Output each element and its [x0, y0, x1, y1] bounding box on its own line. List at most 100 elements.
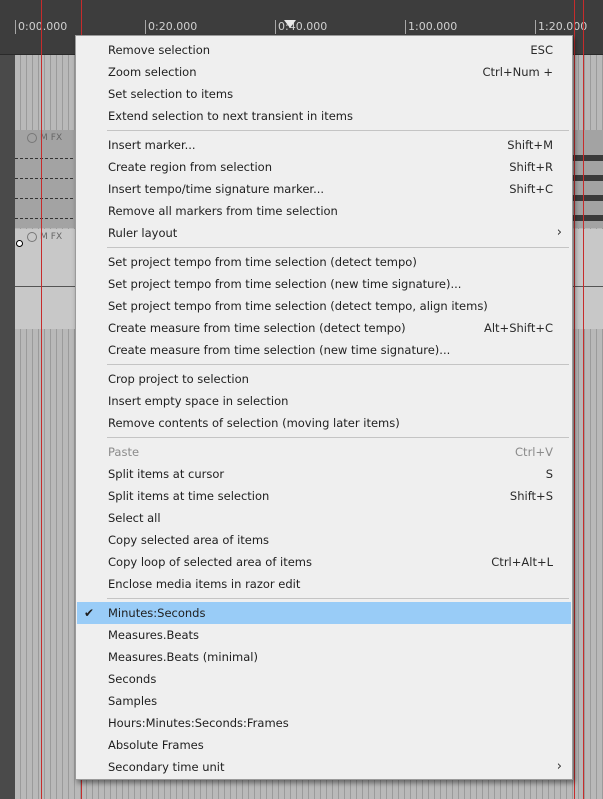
menu-item-label: Split items at time selection [108, 489, 270, 503]
menu-item-paste[interactable]: Paste Ctrl+V [76, 441, 572, 463]
menu-item-create-measure-from-time-selection-detect-tempo[interactable]: Create measure from time selection (dete… [76, 317, 572, 339]
clock-icon[interactable] [27, 133, 37, 143]
menu-item-shortcut: Ctrl+Alt+L [491, 555, 553, 569]
ruler-tick: 0:20.000 [145, 20, 197, 34]
menu-item-insert-tempo-time-signature-marker[interactable]: Insert tempo/time signature marker... Shi… [76, 178, 572, 200]
fx-button[interactable]: FX [51, 133, 62, 143]
menu-item-crop-project-to-selection[interactable]: Crop project to selection [76, 368, 572, 390]
chevron-right-icon: › [556, 225, 562, 240]
menu-item-shortcut: Shift+C [509, 182, 553, 196]
menu-item-label: Samples [108, 694, 158, 708]
waveform [573, 155, 603, 161]
ruler-tick: 1:00.000 [405, 20, 457, 34]
menu-item-insert-marker[interactable]: Insert marker... Shift+M [76, 134, 572, 156]
menu-item-label: Crop project to selection [108, 372, 249, 386]
menu-item-shortcut: Shift+M [507, 138, 553, 152]
waveform [573, 195, 603, 201]
menu-item-remove-all-markers-from-time-selection[interactable]: Remove all markers from time selection [76, 200, 572, 222]
ruler-tick: 0:40.000 [275, 20, 327, 34]
waveform [573, 215, 603, 221]
menu-item-label: Secondary time unit [108, 760, 225, 774]
menu-item-samples[interactable]: Samples [76, 690, 572, 712]
menu-separator [107, 598, 569, 599]
menu-item-copy-selected-area-of-items[interactable]: Copy selected area of items [76, 529, 572, 551]
menu-item-insert-empty-space-in-selection[interactable]: Insert empty space in selection [76, 390, 572, 412]
menu-item-label: Set selection to items [108, 87, 234, 101]
menu-item-shortcut: Shift+S [509, 489, 553, 503]
menu-item-label: Remove contents of selection (moving lat… [108, 416, 400, 430]
fx-button[interactable]: FX [51, 232, 62, 242]
menu-item-label: Paste [108, 445, 140, 459]
menu-separator [107, 437, 569, 438]
marker-line [574, 0, 575, 799]
menu-item-set-selection-to-items[interactable]: Set selection to items [76, 83, 572, 105]
menu-item-measures-beats-minimal[interactable]: Measures.Beats (minimal) [76, 646, 572, 668]
menu-item-label: Remove all markers from time selection [108, 204, 338, 218]
menu-item-remove-selection[interactable]: Remove selection ESC [76, 39, 572, 61]
menu-item-create-measure-from-time-selection-new-time-signature[interactable]: Create measure from time selection (new … [76, 339, 572, 361]
chevron-right-icon: › [556, 759, 562, 774]
menu-item-remove-contents-of-selection-moving-later-items[interactable]: Remove contents of selection (moving lat… [76, 412, 572, 434]
menu-item-label: Set project tempo from time selection (n… [108, 277, 462, 291]
menu-item-extend-selection-to-next-transient-in-items[interactable]: Extend selection to next transient in it… [76, 105, 572, 127]
menu-item-label: Ruler layout [108, 226, 178, 240]
waveform [573, 175, 603, 181]
menu-item-shortcut: Shift+R [509, 160, 553, 174]
play-cursor-marker[interactable] [284, 20, 296, 28]
menu-item-shortcut: Ctrl+V [515, 445, 553, 459]
menu-item-set-project-tempo-from-time-selection-detect-tempo[interactable]: Set project tempo from time selection (d… [76, 251, 572, 273]
menu-item-set-project-tempo-from-time-selection-detect-tempo-align-items[interactable]: Set project tempo from time selection (d… [76, 295, 572, 317]
marker-line [41, 0, 42, 799]
menu-item-zoom-selection[interactable]: Zoom selection Ctrl+Num + [76, 61, 572, 83]
menu-item-label: Set project tempo from time selection (d… [108, 255, 417, 269]
menu-item-label: Hours:Minutes:Seconds:Frames [108, 716, 289, 730]
menu-item-label: Seconds [108, 672, 157, 686]
menu-item-shortcut: Alt+Shift+C [483, 321, 553, 335]
checkmark-icon: ✔ [84, 606, 95, 620]
menu-separator [107, 247, 569, 248]
menu-item-shortcut: Ctrl+Num + [482, 65, 553, 79]
menu-item-split-items-at-cursor[interactable]: Split items at cursor S [76, 463, 572, 485]
menu-item-secondary-time-unit[interactable]: Secondary time unit › [76, 756, 572, 778]
menu-item-label: Measures.Beats (minimal) [108, 650, 258, 664]
menu-item-copy-loop-of-selected-area-of-items[interactable]: Copy loop of selected area of items Ctrl+… [76, 551, 572, 573]
menu-item-label: Measures.Beats [108, 628, 200, 642]
clock-icon[interactable] [27, 232, 37, 242]
menu-item-label: Enclose media items in razor edit [108, 577, 301, 591]
menu-item-seconds[interactable]: Seconds [76, 668, 572, 690]
menu-item-ruler-layout[interactable]: Ruler layout › [76, 222, 572, 244]
menu-item-label: Extend selection to next transient in it… [108, 109, 353, 123]
menu-item-label: Zoom selection [108, 65, 197, 79]
menu-item-label: Copy selected area of items [108, 533, 270, 547]
menu-item-split-items-at-time-selection[interactable]: Split items at time selection Shift+S [76, 485, 572, 507]
menu-item-label: Select all [108, 511, 161, 525]
menu-item-label: Create region from selection [108, 160, 272, 174]
menu-item-absolute-frames[interactable]: Absolute Frames [76, 734, 572, 756]
marker-line [583, 0, 584, 799]
menu-item-label: Create measure from time selection (dete… [108, 321, 406, 335]
menu-item-shortcut: S [545, 467, 553, 481]
menu-item-label: Remove selection [108, 43, 211, 57]
menu-item-label: Split items at cursor [108, 467, 225, 481]
ruler-context-menu: Remove selection ESC Zoom selection Ctrl+Nu… [75, 35, 573, 780]
menu-item-shortcut: ESC [530, 43, 553, 57]
menu-item-label: Create measure from time selection (new … [108, 343, 451, 357]
menu-item-label: Absolute Frames [108, 738, 204, 752]
menu-item-label: Insert tempo/time signature marker... [108, 182, 325, 196]
menu-item-create-region-from-selection[interactable]: Create region from selection Shift+R [76, 156, 572, 178]
menu-item-select-all[interactable]: Select all [76, 507, 572, 529]
menu-item-hours-minutes-seconds-frames[interactable]: Hours:Minutes:Seconds:Frames [76, 712, 572, 734]
menu-item-label: Insert empty space in selection [108, 394, 289, 408]
menu-item-label: Insert marker... [108, 138, 196, 152]
track-panel-edge [0, 55, 15, 799]
menu-item-enclose-media-items-in-razor-edit[interactable]: Enclose media items in razor edit [76, 573, 572, 595]
menu-item-measures-beats[interactable]: Measures.Beats [76, 624, 572, 646]
menu-item-label: Minutes:Seconds [108, 606, 206, 620]
menu-item-minutes-seconds[interactable]: ✔ Minutes:Seconds [77, 602, 571, 624]
menu-item-label: Set project tempo from time selection (d… [108, 299, 488, 313]
menu-item-set-project-tempo-from-time-selection-new-time-signature[interactable]: Set project tempo from time selection (n… [76, 273, 572, 295]
menu-item-label: Copy loop of selected area of items [108, 555, 313, 569]
record-arm-icon[interactable] [16, 240, 23, 247]
ruler-tick: 1:20.000 [535, 20, 587, 34]
menu-separator [107, 364, 569, 365]
